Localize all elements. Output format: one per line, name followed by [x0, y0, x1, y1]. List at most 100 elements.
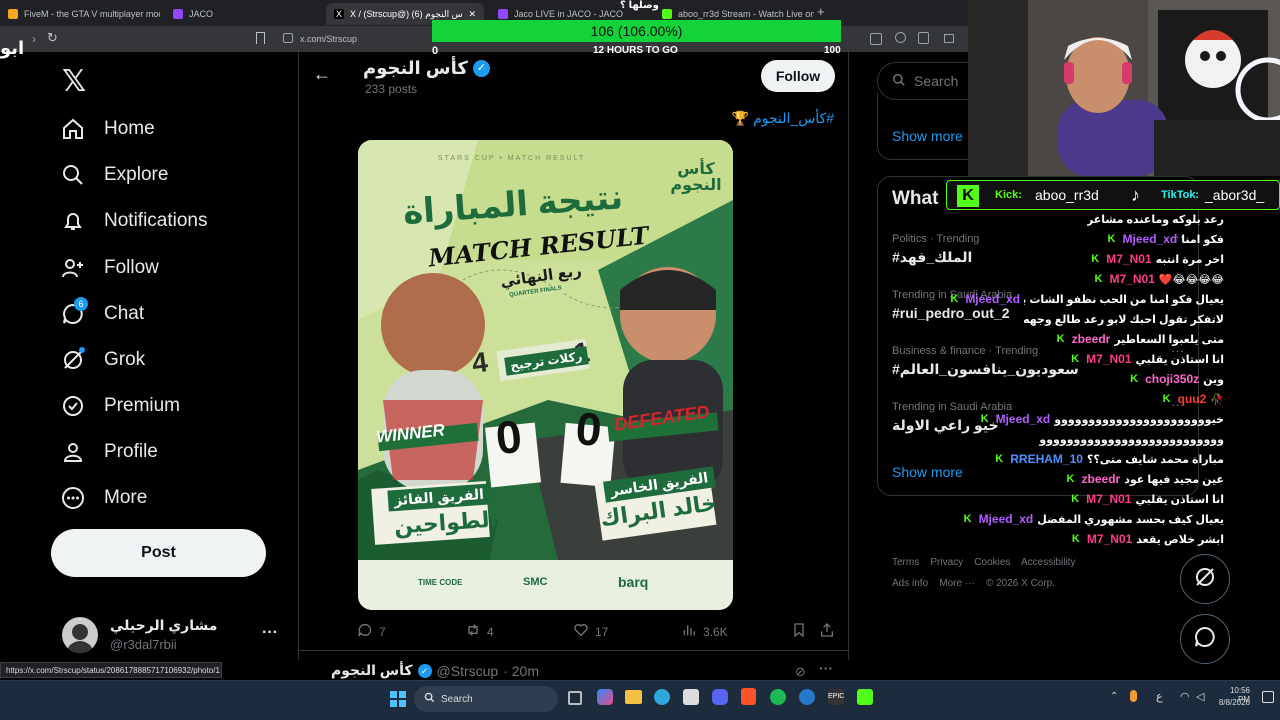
footer-link[interactable]: More ··· — [939, 578, 975, 589]
corner-overlay-text: ابو — [0, 38, 25, 58]
site-info-icon[interactable] — [283, 33, 293, 43]
nav-label: Notifications — [104, 210, 208, 231]
views-button[interactable]: 3.6K — [681, 622, 728, 641]
kick-badge-icon: K — [1071, 352, 1080, 365]
brave-icon[interactable] — [741, 688, 756, 705]
wifi-icon[interactable]: ◠ — [1180, 690, 1190, 703]
hashtag-link[interactable]: #كأس_النجوم 🏆 — [732, 110, 834, 127]
new-tab-button[interactable]: + — [817, 4, 825, 19]
kick-badge-icon: K — [1071, 492, 1080, 505]
chat-message: Kquu2 🥀 — [1163, 390, 1224, 408]
bookmark-tweet-icon[interactable] — [791, 622, 807, 643]
x-logo-icon[interactable]: 𝕏 — [62, 64, 86, 99]
media-player-icon[interactable] — [799, 689, 815, 705]
nav-profile[interactable]: Profile — [60, 432, 158, 472]
goal-min: 0 — [432, 45, 439, 57]
tweet-image[interactable]: STARS CUP • MATCH RESULT كأس النجوم نتيج… — [358, 140, 733, 610]
reload-icon[interactable]: ↻ — [47, 30, 58, 46]
tweet-menu-icon[interactable]: ··· — [819, 660, 833, 676]
kick-icon: K — [957, 185, 979, 207]
tab-title: aboo_rr3d Stream - Watch Live on Ki... — [678, 9, 814, 19]
chat-text: مباراة محمد شايف متى؟؟ — [1086, 453, 1224, 466]
tab-title: JACO — [189, 9, 214, 19]
nav-more[interactable]: More — [60, 478, 147, 518]
nav-grok[interactable]: Grok — [60, 340, 145, 380]
follow-button[interactable]: Follow — [761, 60, 835, 92]
nav-premium[interactable]: Premium — [60, 386, 180, 426]
kick-badge-icon: K — [995, 452, 1004, 465]
tray-overflow-icon[interactable]: ⌃ — [1110, 691, 1118, 702]
epic-games-icon[interactable]: EPIC — [828, 689, 844, 705]
reply-button[interactable]: 7 — [357, 622, 386, 641]
kick-label: Kick: — [995, 189, 1022, 201]
microphone-icon[interactable] — [1130, 690, 1137, 702]
browser-tab-jaco[interactable]: JACO — [165, 3, 320, 25]
share-icon[interactable] — [918, 32, 929, 44]
kick-badge-icon: K — [1107, 232, 1116, 245]
footer-link[interactable]: Privacy — [930, 557, 963, 568]
x-favicon: X — [334, 9, 344, 19]
post-button[interactable]: Post — [51, 529, 266, 577]
close-tab-icon[interactable]: ✕ — [468, 9, 476, 20]
nav-label: Grok — [104, 349, 146, 370]
kick-badge-icon: K — [963, 512, 972, 525]
taskbar-search[interactable]: Search — [414, 686, 558, 712]
chat-text: 🥀 — [1210, 393, 1224, 406]
footer-link[interactable]: Accessibility — [1021, 557, 1075, 568]
avatar[interactable] — [62, 617, 98, 653]
zoom-icon[interactable] — [895, 32, 906, 43]
forward-icon[interactable]: › — [32, 32, 36, 46]
kick-app-icon[interactable] — [857, 689, 873, 705]
screen-icon[interactable] — [944, 34, 954, 43]
clock-date[interactable]: 8/8/2026 — [1217, 698, 1250, 707]
account-menu-icon[interactable]: ··· — [262, 624, 278, 642]
chat-username: zbeedr — [1071, 332, 1111, 346]
nav-chat[interactable]: 6 Chat — [60, 294, 144, 334]
nav-explore[interactable]: Explore — [60, 155, 168, 195]
grok-floating-button[interactable] — [1180, 554, 1230, 604]
twitch-favicon — [173, 9, 183, 19]
tab-title: FiveM - the GTA V multiplayer modif... — [24, 9, 160, 19]
volume-icon[interactable]: ◁ — [1196, 690, 1204, 703]
footer-link[interactable]: Terms — [892, 557, 919, 568]
kick-badge-icon: K — [1130, 372, 1139, 385]
repost-button[interactable]: 4 — [465, 622, 494, 641]
language-indicator[interactable]: ع — [1156, 690, 1163, 703]
kick-username: aboo_rr3d — [1035, 187, 1099, 203]
reply-count: 7 — [379, 624, 386, 639]
edge-icon[interactable] — [654, 689, 670, 705]
spotify-icon[interactable] — [770, 689, 786, 705]
tiktok-label: TikTok: — [1161, 189, 1200, 201]
windows-start-icon[interactable] — [390, 691, 406, 707]
back-arrow-icon[interactable]: ← — [313, 64, 331, 85]
nav-follow[interactable]: Follow — [60, 248, 159, 288]
tiktok-username: _abor3d_ — [1205, 187, 1265, 203]
chat-text: يعيال فكو امنا من الحب نظفو الشات بالله … — [1024, 293, 1224, 306]
store-icon[interactable] — [683, 689, 699, 705]
footer-link[interactable]: Ads info — [892, 578, 928, 589]
nav-home[interactable]: Home — [60, 109, 155, 149]
share-tweet-icon[interactable] — [819, 622, 835, 643]
task-view-icon[interactable] — [568, 691, 582, 705]
next-tweet-header[interactable]: كأس النجوم ✓ @Strscup · 20m — [331, 662, 539, 679]
footer-link[interactable]: Cookies — [974, 557, 1010, 568]
show-more-link[interactable]: Show more — [892, 128, 963, 144]
discord-icon[interactable] — [712, 689, 728, 705]
repost-count: 4 — [487, 624, 494, 639]
chat-message: K Mjeed_xd يعيال كيف بحسد مشهوري المفضل — [964, 510, 1224, 528]
translate-icon[interactable] — [870, 33, 882, 45]
bookmark-icon[interactable] — [256, 32, 265, 44]
tab-title: Jaco LIVE in JACO - JACO — [514, 9, 624, 19]
grok-tweet-icon[interactable]: ⊘ — [795, 664, 806, 680]
chat-text: انا استاذن يقلبي — [1135, 353, 1224, 366]
copilot-icon[interactable] — [597, 689, 613, 705]
browser-tab-fivem[interactable]: FiveM - the GTA V multiplayer modif... — [0, 3, 160, 25]
nav-notifications[interactable]: Notifications — [60, 201, 208, 241]
chat-message: رعد بلوكه وماعنده مشاعر — [1087, 210, 1224, 228]
file-explorer-icon[interactable] — [625, 690, 642, 704]
messages-floating-button[interactable] — [1180, 614, 1230, 664]
like-button[interactable]: 17 — [573, 622, 608, 641]
heart-icon — [573, 622, 589, 641]
taskbar-search-label: Search — [441, 693, 473, 705]
notifications-icon[interactable] — [1262, 691, 1274, 703]
